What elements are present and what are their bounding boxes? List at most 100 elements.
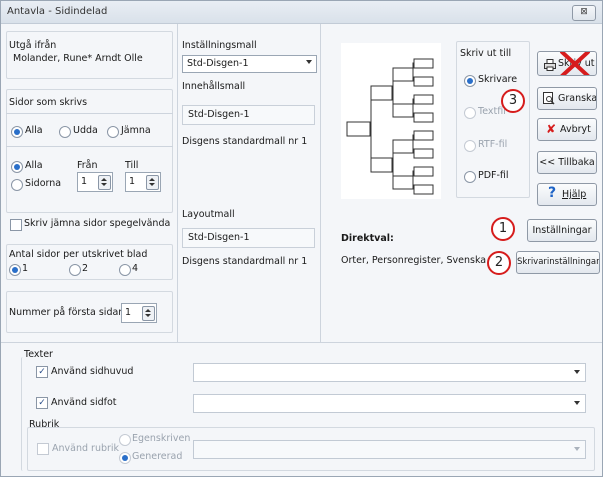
chevron-down-icon bbox=[574, 447, 580, 451]
divider bbox=[1, 342, 602, 343]
installningsmall-select[interactable]: Std-Disgen-1 bbox=[182, 55, 317, 73]
nummer-label: Nummer på första sidan bbox=[9, 307, 125, 318]
cancel-x-icon: ✘ bbox=[546, 122, 557, 136]
chevron-down-icon bbox=[574, 401, 580, 405]
title-bar: Antavla - Sidindelad ⊠ bbox=[1, 1, 602, 24]
annotation-badge-3: 3 bbox=[501, 89, 525, 113]
radio-textfil[interactable] bbox=[464, 107, 476, 119]
radio-antal-4[interactable] bbox=[119, 264, 131, 276]
window-title: Antavla - Sidindelad bbox=[7, 6, 108, 17]
radio-sidorna[interactable] bbox=[11, 179, 23, 191]
radio-textfil-label: Textfil bbox=[478, 106, 506, 117]
avbryt-button[interactable]: ✘ Avbryt bbox=[537, 118, 597, 141]
installningar-button[interactable]: Inställningar bbox=[527, 219, 597, 242]
radio-rtf[interactable] bbox=[464, 140, 476, 152]
red-cross-icon bbox=[560, 52, 590, 75]
till-stepper[interactable]: 1 bbox=[125, 172, 161, 192]
spin-arrows-icon[interactable] bbox=[146, 175, 159, 190]
from-value: 1 bbox=[81, 176, 88, 187]
radio-udda[interactable] bbox=[59, 126, 71, 138]
from-stepper[interactable]: 1 bbox=[77, 172, 113, 192]
direktval-label: Direktval: bbox=[341, 233, 394, 244]
tillbaka-label: << Tillbaka bbox=[539, 157, 595, 168]
radio-sidorna-label: Sidorna bbox=[25, 178, 62, 189]
chevron-down-icon bbox=[306, 60, 312, 64]
radio-alla-label: Alla bbox=[25, 125, 43, 136]
granska-button[interactable]: Granska bbox=[537, 87, 597, 110]
radio-jamna[interactable] bbox=[107, 126, 119, 138]
innehallsmall-label: Innehållsmall bbox=[182, 81, 246, 92]
utga-label: Utgå ifrån bbox=[9, 40, 57, 51]
avbryt-label: Avbryt bbox=[560, 124, 591, 135]
radio-pdf-label: PDF-fil bbox=[478, 170, 509, 181]
rubrik-checkbox-label: Använd rubrik bbox=[52, 443, 120, 454]
layoutmall-value: Std-Disgen-1 bbox=[188, 232, 250, 243]
radio-alla-sidor[interactable] bbox=[11, 161, 23, 173]
radio-alla-sidor-label: Alla bbox=[25, 160, 43, 171]
layoutmall-field: Std-Disgen-1 bbox=[182, 228, 315, 248]
radio-udda-label: Udda bbox=[73, 125, 98, 136]
sidhuvud-checkbox[interactable]: ✓ bbox=[36, 366, 48, 378]
antavla-preview-icon bbox=[341, 43, 441, 199]
skriv-ut-till-label: Skriv ut till bbox=[460, 48, 512, 59]
spin-arrows-icon[interactable] bbox=[142, 306, 155, 321]
innehallsmall-field: Std-Disgen-1 bbox=[182, 105, 315, 125]
innehall-description: Disgens standardmall nr 1 bbox=[182, 136, 308, 147]
from-label: Från bbox=[77, 160, 98, 171]
radio-jamna-label: Jämna bbox=[121, 125, 151, 136]
dialog-window: Antavla - Sidindelad ⊠ Utgå ifrån Moland… bbox=[0, 0, 603, 477]
skrivarinstallningar-label: Skrivarinställningar bbox=[517, 257, 600, 267]
till-value: 1 bbox=[129, 176, 136, 187]
radio-antal-1-label: 1 bbox=[22, 263, 29, 274]
sidfot-checkbox[interactable]: ✓ bbox=[36, 397, 48, 409]
help-icon: ? bbox=[548, 185, 557, 201]
rubrik-checkbox[interactable] bbox=[37, 443, 49, 455]
annotation-badge-1: 1 bbox=[491, 217, 515, 241]
antal-label: Antal sidor per utskrivet blad bbox=[9, 249, 148, 260]
installningsmall-label: Inställningsmall bbox=[182, 40, 257, 51]
radio-pdf[interactable] bbox=[464, 171, 476, 183]
layout-description: Disgens standardmall nr 1 bbox=[182, 256, 308, 267]
innehallsmall-value: Std-Disgen-1 bbox=[188, 109, 250, 120]
radio-rtf-label: RTF-fil bbox=[478, 139, 508, 150]
radio-antal-2[interactable] bbox=[69, 264, 81, 276]
sidhuvud-combo[interactable] bbox=[193, 363, 586, 382]
radio-genererad-label: Genererad bbox=[132, 451, 183, 462]
radio-egenskriven[interactable] bbox=[119, 434, 131, 446]
installningsmall-value: Std-Disgen-1 bbox=[187, 58, 249, 69]
direktval-value: Orter, Personregister, Svenska (1) bbox=[341, 255, 503, 266]
spegel-label: Skriv jämna sidor spegelvända bbox=[24, 218, 171, 229]
granska-label: Granska bbox=[558, 93, 597, 104]
installningar-label: Inställningar bbox=[532, 225, 592, 236]
nummer-stepper[interactable]: 1 bbox=[121, 303, 157, 323]
radio-skrivare[interactable] bbox=[464, 75, 476, 87]
till-label: Till bbox=[125, 160, 139, 171]
sidhuvud-label: Använd sidhuvud bbox=[51, 366, 134, 377]
skrivarinstallningar-button[interactable]: Skrivarinställningar bbox=[516, 251, 600, 274]
radio-alla[interactable] bbox=[11, 126, 23, 138]
radio-genererad[interactable] bbox=[119, 452, 131, 464]
tillbaka-button[interactable]: << Tillbaka bbox=[537, 151, 597, 174]
radio-skrivare-label: Skrivare bbox=[478, 74, 518, 85]
radio-antal-4-label: 4 bbox=[132, 263, 139, 274]
radio-antal-1[interactable] bbox=[9, 264, 21, 276]
divider bbox=[6, 146, 173, 147]
annotation-badge-2: 2 bbox=[487, 251, 511, 275]
preview-icon bbox=[543, 92, 555, 109]
spin-arrows-icon[interactable] bbox=[98, 175, 111, 190]
chevron-down-icon bbox=[574, 370, 580, 374]
skriv-ut-button[interactable]: Skriv ut bbox=[537, 51, 597, 76]
radio-antal-2-label: 2 bbox=[82, 263, 89, 274]
divider bbox=[6, 113, 173, 114]
sidfot-label: Använd sidfot bbox=[51, 397, 117, 408]
spegel-checkbox[interactable] bbox=[10, 219, 22, 231]
radio-egenskriven-label: Egenskriven bbox=[132, 433, 191, 444]
hjalp-button[interactable]: ? Hjälp bbox=[537, 183, 597, 206]
hjalp-label: Hjälp bbox=[562, 189, 587, 200]
nummer-value: 1 bbox=[125, 307, 132, 318]
layoutmall-label: Layoutmall bbox=[182, 209, 235, 220]
sidfot-combo[interactable] bbox=[193, 394, 586, 413]
utga-value: Molander, Rune* Arndt Olle bbox=[13, 53, 143, 64]
rubrik-combo[interactable] bbox=[193, 440, 586, 459]
close-button[interactable]: ⊠ bbox=[572, 5, 596, 21]
